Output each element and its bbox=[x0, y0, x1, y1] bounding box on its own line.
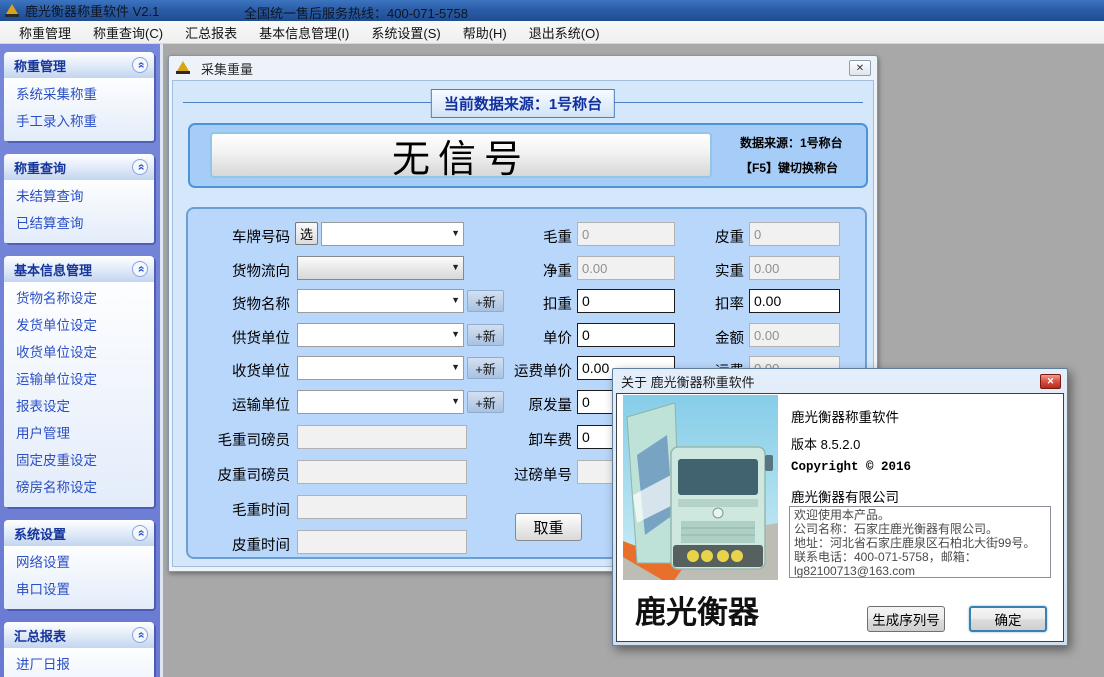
sidebar-item-report-config[interactable]: 报表设定 bbox=[4, 393, 154, 420]
capture-window-title: 采集重量 bbox=[201, 59, 849, 78]
sidebar-item-user-manage[interactable]: 用户管理 bbox=[4, 420, 154, 447]
tare-time-field[interactable] bbox=[297, 530, 467, 554]
sidebar-item-manual-weigh[interactable]: 手工录入称重 bbox=[4, 108, 154, 135]
about-dialog-content: 鹿光衡器 鹿光衡器称重软件 版本 8.5.2.0 Copyright © 201… bbox=[616, 393, 1064, 642]
copyright-text: Copyright © 2016 bbox=[791, 460, 911, 474]
sidebar-item-receiver[interactable]: 收货单位设定 bbox=[4, 339, 154, 366]
sidebar-item-scalehouse-name[interactable]: 磅房名称设定 bbox=[4, 474, 154, 501]
info-line: 公司名称：石家庄鹿光衡器有限公司。 bbox=[794, 522, 1046, 536]
sidebar-item-fixed-tare[interactable]: 固定皮重设定 bbox=[4, 447, 154, 474]
collapse-icon[interactable]: » bbox=[132, 525, 148, 541]
section-header-basic-info[interactable]: 基本信息管理 » bbox=[4, 256, 154, 282]
gross-time-label: 毛重时间 bbox=[190, 499, 290, 520]
deduct-rate-field[interactable] bbox=[749, 289, 840, 313]
mdi-area: 采集重量 ✕ 当前数据来源：1号称台 无信号 数据来源：1号称台 【F5】键切换… bbox=[163, 44, 1104, 677]
info-line: 欢迎使用本产品。 bbox=[794, 508, 1046, 522]
ticket-number-label: 过磅单号 bbox=[466, 464, 572, 485]
take-weight-button[interactable]: 取重 bbox=[515, 513, 582, 541]
menu-summary-report[interactable]: 汇总报表 bbox=[174, 20, 248, 45]
sidebar-item-serial-settings[interactable]: 串口设置 bbox=[4, 576, 154, 603]
sidebar-item-unsettled-query[interactable]: 未结算查询 bbox=[4, 183, 154, 210]
signal-panel: 无信号 数据来源：1号称台 【F5】键切换称台 bbox=[188, 123, 868, 188]
tare-weight-field[interactable] bbox=[749, 222, 840, 246]
app-title: 鹿光衡器称重软件 V2.1 bbox=[25, 1, 159, 20]
truck-image: 鹿光衡器 bbox=[623, 395, 778, 639]
sidebar-item-inbound-daily[interactable]: 进厂日报 bbox=[4, 651, 154, 677]
amount-field[interactable] bbox=[749, 323, 840, 347]
close-icon[interactable]: ✕ bbox=[849, 60, 871, 76]
sidebar: 称重管理 » 系统采集称重 手工录入称重 称重查询 » 未结算查询 已结算查询 bbox=[0, 44, 163, 677]
scale-icon bbox=[176, 61, 191, 75]
info-line: 联系电话：400-071-5758，邮箱： bbox=[794, 550, 1046, 564]
about-dialog-titlebar: 关于 鹿光衡器称重软件 ✕ bbox=[613, 369, 1067, 393]
menu-weigh-query[interactable]: 称重查询(C) bbox=[82, 20, 174, 45]
sidebar-section-weigh-query: 称重查询 » 未结算查询 已结算查询 bbox=[4, 154, 154, 243]
app-logo-icon bbox=[5, 4, 20, 18]
menu-weigh-manage[interactable]: 称重管理 bbox=[8, 20, 82, 45]
about-dialog: 关于 鹿光衡器称重软件 ✕ bbox=[612, 368, 1068, 646]
amount-label: 金额 bbox=[648, 327, 744, 348]
product-name: 鹿光衡器称重软件 bbox=[791, 406, 899, 426]
sidebar-item-transporter[interactable]: 运输单位设定 bbox=[4, 366, 154, 393]
section-header-system-settings[interactable]: 系统设置 » bbox=[4, 520, 154, 546]
tare-time-label: 皮重时间 bbox=[190, 534, 290, 555]
info-line: 地址：河北省石家庄鹿泉区石柏北大街99号。 bbox=[794, 536, 1046, 550]
gross-time-field[interactable] bbox=[297, 495, 467, 519]
sidebar-item-network-settings[interactable]: 网络设置 bbox=[4, 549, 154, 576]
section-header-weigh-manage[interactable]: 称重管理 » bbox=[4, 52, 154, 78]
actual-weight-field[interactable] bbox=[749, 256, 840, 280]
company-info-box: 欢迎使用本产品。 公司名称：石家庄鹿光衡器有限公司。 地址：河北省石家庄鹿泉区石… bbox=[789, 506, 1051, 578]
collapse-icon[interactable]: » bbox=[132, 627, 148, 643]
original-qty-label: 原发量 bbox=[466, 394, 572, 415]
sidebar-section-weigh-manage: 称重管理 » 系统采集称重 手工录入称重 bbox=[4, 52, 154, 141]
collapse-icon[interactable]: » bbox=[132, 159, 148, 175]
f5-hint: 【F5】键切换称台 bbox=[740, 159, 868, 176]
about-dialog-title: 关于 鹿光衡器称重软件 bbox=[621, 372, 1040, 391]
ok-button[interactable]: 确定 bbox=[969, 606, 1047, 632]
deduct-rate-label: 扣率 bbox=[648, 293, 744, 314]
sidebar-item-shipper[interactable]: 发货单位设定 bbox=[4, 312, 154, 339]
application-window: 鹿光衡器称重软件 V2.1 全国统一售后服务热线：400-071-5758 称重… bbox=[0, 0, 1104, 677]
source-info: 数据来源：1号称台 bbox=[740, 134, 868, 151]
sidebar-item-system-weigh[interactable]: 系统采集称重 bbox=[4, 81, 154, 108]
version-text: 版本 8.5.2.0 bbox=[791, 434, 860, 453]
menu-help[interactable]: 帮助(H) bbox=[452, 20, 518, 45]
unload-fee-label: 卸车费 bbox=[466, 429, 572, 450]
menu-basic-info[interactable]: 基本信息管理(I) bbox=[248, 20, 360, 45]
menu-system-settings[interactable]: 系统设置(S) bbox=[360, 20, 451, 45]
capture-window-titlebar: 采集重量 ✕ bbox=[172, 56, 874, 80]
weight-display: 无信号 bbox=[210, 132, 712, 178]
close-icon[interactable]: ✕ bbox=[1040, 374, 1061, 389]
menubar: 称重管理 称重查询(C) 汇总报表 基本信息管理(I) 系统设置(S) 帮助(H… bbox=[0, 21, 1104, 44]
section-header-weigh-query[interactable]: 称重查询 » bbox=[4, 154, 154, 180]
actual-weight-label: 实重 bbox=[648, 260, 744, 281]
titlebar: 鹿光衡器称重软件 V2.1 全国统一售后服务热线：400-071-5758 bbox=[0, 0, 1104, 21]
menu-exit[interactable]: 退出系统(O) bbox=[518, 20, 611, 45]
generate-serial-button[interactable]: 生成序列号 bbox=[867, 606, 945, 632]
truck-caption: 鹿光衡器 bbox=[635, 595, 760, 630]
sidebar-section-basic-info: 基本信息管理 » 货物名称设定 发货单位设定 收货单位设定 运输单位设定 报表设… bbox=[4, 256, 154, 507]
company-name: 鹿光衡器有限公司 bbox=[791, 486, 899, 506]
collapse-icon[interactable]: » bbox=[132, 57, 148, 73]
data-source-banner: 当前数据来源：1号称台 bbox=[431, 89, 615, 118]
collapse-icon[interactable]: » bbox=[132, 261, 148, 277]
sidebar-section-summary-report: 汇总报表 » 进厂日报 出厂日报 bbox=[4, 622, 154, 677]
sidebar-section-system-settings: 系统设置 » 网络设置 串口设置 bbox=[4, 520, 154, 609]
sidebar-item-settled-query[interactable]: 已结算查询 bbox=[4, 210, 154, 237]
section-header-summary-report[interactable]: 汇总报表 » bbox=[4, 622, 154, 648]
tare-weight-label: 皮重 bbox=[648, 226, 744, 247]
hotline-text: 全国统一售后服务热线：400-071-5758 bbox=[244, 3, 468, 22]
info-line: lg82100713@163.com bbox=[794, 564, 1046, 578]
sidebar-item-cargo-name[interactable]: 货物名称设定 bbox=[4, 285, 154, 312]
